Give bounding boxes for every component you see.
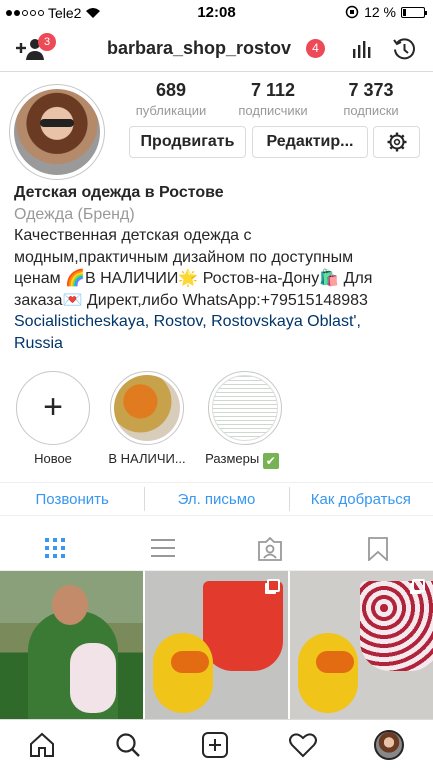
carousel-icon: [412, 579, 425, 592]
bottom-navigation: [0, 719, 433, 770]
highlight-label: Размеры: [205, 451, 260, 466]
post-thumbnail[interactable]: [290, 571, 433, 719]
new-highlight-circle: +: [16, 371, 90, 445]
bio-line: ценам 🌈В НАЛИЧИИ🌟 Ростов-на-Дону🛍️ Для: [14, 270, 373, 287]
heart-icon[interactable]: [289, 732, 317, 758]
posts-label: публикации: [135, 103, 207, 118]
profile-name: Детская одежда в Ростове: [14, 184, 224, 201]
highlight-sizes[interactable]: Размеры ✔: [205, 371, 285, 469]
following-stat[interactable]: 7 373 подписки: [323, 80, 419, 118]
profile-address-link[interactable]: Russia: [14, 333, 424, 355]
followers-count: 7 112: [250, 80, 296, 100]
profile-header: 3 barbara_shop_rostov 4: [0, 26, 433, 72]
profile-tab-avatar[interactable]: [374, 730, 404, 760]
bookmark-icon[interactable]: [368, 537, 388, 561]
battery-icon: [401, 6, 427, 18]
settings-button[interactable]: [373, 126, 420, 158]
list-icon[interactable]: [151, 537, 175, 559]
search-icon[interactable]: [115, 732, 141, 758]
bio-line: Качественная детская одежда с: [14, 227, 252, 244]
contact-bar: Позвонить Эл. письмо Как добраться: [0, 482, 433, 516]
orientation-lock-icon: [345, 5, 359, 19]
account-notification-badge: 4: [306, 39, 325, 58]
profile-avatar[interactable]: [9, 84, 105, 180]
post-thumbnail[interactable]: [145, 571, 288, 719]
avatar: [14, 89, 100, 175]
following-count: 7 373: [348, 80, 394, 100]
status-right: 12 %: [345, 4, 427, 20]
add-user-badge: 3: [38, 33, 56, 51]
tagged-icon[interactable]: [258, 537, 282, 561]
posts-count: 689: [155, 80, 187, 100]
highlight-label: В НАЛИЧИ...: [108, 451, 186, 466]
call-button[interactable]: Позвонить: [0, 491, 144, 508]
bio-line: заказа💌 Директ,либо WhatsApp:+7951514898…: [14, 291, 368, 309]
followers-label: подписчики: [238, 103, 308, 118]
status-bar: Tele2 12:08 12 %: [0, 0, 433, 26]
bio-line: модным,практичным дизайном по доступным: [14, 248, 354, 266]
edit-profile-button[interactable]: Редактир...: [252, 126, 368, 158]
home-icon[interactable]: [29, 732, 55, 758]
highlight-new[interactable]: + Новое: [13, 371, 93, 466]
history-icon[interactable]: [392, 37, 417, 62]
followers-stat[interactable]: 7 112 подписчики: [225, 80, 321, 118]
posts-stat[interactable]: 689 публикации: [123, 80, 219, 118]
profile-address-link[interactable]: Socialisticheskaya, Rostov, Rostovskaya …: [14, 311, 424, 333]
posts-grid: [0, 571, 433, 719]
new-post-icon[interactable]: [202, 732, 228, 758]
directions-button[interactable]: Как добраться: [288, 486, 433, 511]
gear-icon: [387, 132, 406, 152]
highlight-label-row: Размеры ✔: [199, 451, 285, 469]
post-thumbnail[interactable]: [0, 571, 143, 719]
profile-bio: Детская одежда в Ростове Одежда (Бренд) …: [14, 182, 424, 354]
check-mark-icon: ✔: [262, 453, 279, 469]
profile-view-tabs: [0, 527, 433, 571]
highlight-cover: [208, 371, 282, 445]
highlight-in-stock[interactable]: В НАЛИЧИ...: [107, 371, 187, 466]
battery-percent: 12 %: [364, 4, 396, 20]
grid-icon[interactable]: [44, 537, 66, 559]
highlight-cover: [110, 371, 184, 445]
profile-category: Одежда (Бренд): [14, 205, 135, 223]
insights-bar-chart-icon[interactable]: [352, 39, 372, 59]
carousel-icon: [267, 579, 280, 592]
username-switcher[interactable]: barbara_shop_rostov: [107, 38, 291, 59]
promote-button[interactable]: Продвигать: [129, 126, 246, 158]
highlight-label: Новое: [34, 451, 72, 466]
following-label: подписки: [343, 103, 399, 118]
plus-icon: +: [43, 388, 63, 426]
email-button[interactable]: Эл. письмо: [144, 486, 288, 511]
